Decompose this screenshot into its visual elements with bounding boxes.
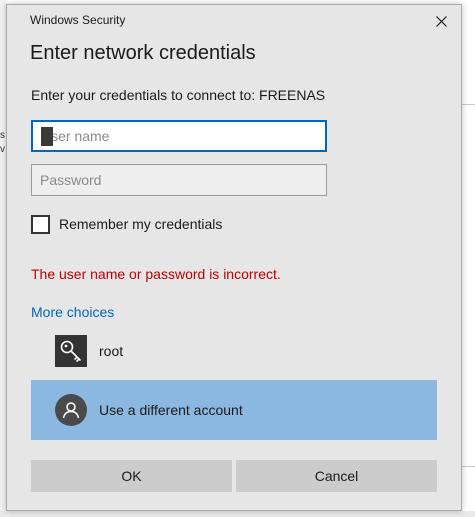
key-icon [55, 335, 87, 367]
credentials-dialog: Windows Security Enter network credentia… [6, 4, 462, 511]
checkbox-box[interactable] [31, 214, 50, 234]
background-divider [462, 104, 475, 105]
error-message: The user name or password is incorrect. [31, 266, 281, 282]
remember-credentials-label: Remember my credentials [59, 216, 223, 232]
close-button[interactable] [431, 11, 451, 31]
background-bottom-edge [0, 511, 475, 517]
window-title: Windows Security [30, 13, 126, 27]
person-icon [55, 394, 87, 426]
ok-button[interactable]: OK [31, 460, 232, 492]
background-divider [462, 466, 475, 467]
remember-credentials-checkbox[interactable]: Remember my credentials [31, 213, 222, 235]
account-label: root [99, 343, 124, 359]
title-bar: Windows Security [7, 5, 461, 35]
connection-prompt: Enter your credentials to connect to: FR… [31, 87, 326, 103]
password-input[interactable] [31, 164, 327, 196]
background-text-fragment: s [0, 130, 5, 141]
close-icon [435, 15, 447, 27]
background-text-fragment: v [0, 144, 5, 155]
dialog-heading: Enter network credentials [30, 42, 256, 64]
account-label: Use a different account [99, 402, 243, 418]
more-choices-link[interactable]: More choices [31, 304, 114, 320]
account-option-root[interactable]: root [31, 321, 437, 381]
username-input[interactable] [31, 120, 327, 152]
account-option-different[interactable]: Use a different account [31, 380, 437, 440]
cancel-button[interactable]: Cancel [236, 460, 437, 492]
